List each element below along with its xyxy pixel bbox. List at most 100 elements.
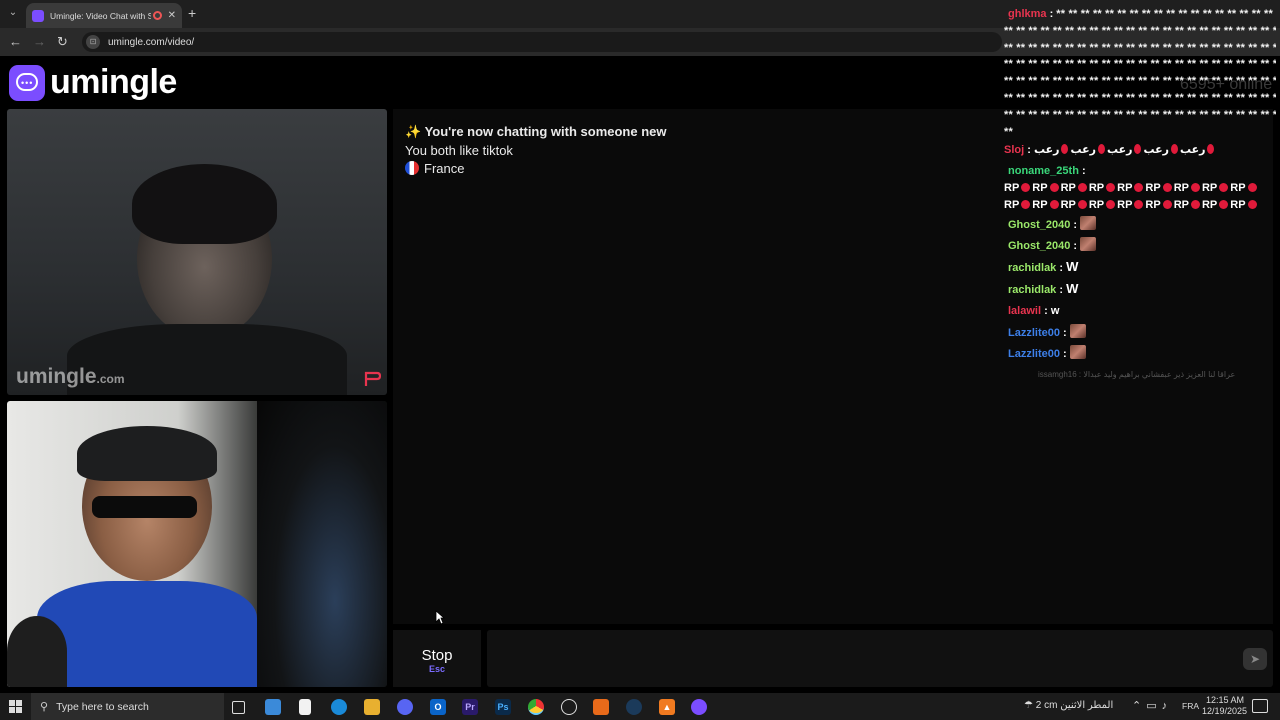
chrome-icon[interactable] — [528, 699, 544, 715]
fl-studio-icon[interactable] — [593, 699, 609, 715]
search-placeholder: Type here to search — [56, 700, 149, 713]
volume-icon[interactable]: ♪ — [1162, 700, 1173, 712]
tab-search-icon[interactable]: ⌄ — [4, 4, 22, 22]
self-cap — [77, 426, 217, 481]
notification-center-icon[interactable] — [1252, 699, 1268, 713]
overlay-rp-text: RP — [1088, 181, 1105, 194]
overlay-message-text: ** ** ** ** ** ** ** ** ** ** ** ** ** *… — [1004, 75, 1276, 88]
overlay-word: رعب — [1143, 144, 1169, 157]
tab-close-icon[interactable]: ✕ — [168, 10, 176, 21]
umingle-logo[interactable]: ••• umingle — [9, 63, 177, 102]
search-icon: ⚲ — [40, 701, 49, 713]
overlay-rp-text: RP — [1060, 181, 1076, 194]
chevron-up-icon[interactable]: ⌃ — [1132, 700, 1146, 712]
red-circle-icon — [1049, 199, 1059, 209]
overlay-message-line: ** ** ** ** ** ** ** ** ** ** ** ** ** *… — [1004, 23, 1276, 40]
common-interest-message: You both like tiktok — [405, 143, 513, 158]
windows-start-icon[interactable] — [9, 700, 22, 713]
overlay-message-text: ** — [1004, 125, 1013, 138]
overlay-message-line: ** ** ** ** ** ** ** ** ** ** ** ** ** *… — [1004, 56, 1276, 73]
task-view-icon[interactable] — [232, 701, 245, 714]
network-icon[interactable]: ▭ — [1146, 700, 1161, 712]
obs-icon[interactable] — [561, 699, 577, 715]
weather-widget[interactable]: ☂ 2 cm المطر الاثنين — [1024, 700, 1113, 711]
overlay-username: Lazzlite00 — [1008, 326, 1060, 339]
clock-date: 12/19/2025 — [1202, 706, 1248, 716]
blood-drop-icon — [1061, 144, 1069, 155]
tab-umingle[interactable]: Umingle: Video Chat with S ✕ — [26, 3, 182, 28]
rain-icon: ☂ — [1024, 700, 1033, 711]
overlay-username: Lazzlite00 — [1008, 348, 1060, 361]
overlay-message-line: lalawil : w — [1008, 304, 1060, 317]
discord-icon[interactable] — [397, 699, 413, 715]
site-info-icon[interactable]: ⊡ — [86, 35, 100, 49]
file-explorer-icon[interactable] — [364, 699, 380, 715]
emote-icon — [1080, 215, 1097, 230]
overlay-username: ghlkma — [1008, 8, 1047, 20]
chat-message-input[interactable]: ➤ — [487, 630, 1273, 687]
premiere-pro-icon[interactable]: Pr — [462, 699, 478, 715]
country-message: France — [405, 161, 464, 176]
overlay-word: رعب — [1106, 144, 1133, 157]
system-tray-icons[interactable]: ⌃▭♪ — [1132, 699, 1172, 712]
recording-icon — [152, 11, 162, 20]
overlay-username: Ghost_2040 — [1008, 218, 1071, 231]
umingle-app-icon[interactable] — [691, 699, 707, 715]
microsoft-store-icon[interactable] — [265, 699, 281, 715]
overlay-message-line: ** ** ** ** ** ** ** ** ** ** ** ** ** *… — [1004, 73, 1276, 90]
forward-icon[interactable]: → — [33, 34, 46, 49]
overlay-word: رعب — [1033, 144, 1060, 157]
umingle-watermark: umingle.com — [16, 365, 125, 388]
motorbike-background — [257, 401, 387, 687]
reload-icon[interactable]: ↻ — [57, 34, 68, 50]
weather-text: 2 cm المطر الاثنين — [1035, 700, 1114, 711]
report-flag-icon[interactable] — [364, 371, 381, 387]
overlay-message-line: ** ** ** ** ** ** ** ** ** ** ** ** ** *… — [1004, 40, 1276, 57]
overlay-message-line: rachidlak : W — [1008, 259, 1079, 275]
language-indicator[interactable]: FRA — [1182, 701, 1199, 711]
blood-drop-icon — [1134, 144, 1142, 155]
back-icon[interactable]: ← — [9, 34, 22, 49]
vlc-icon[interactable]: ▲ — [659, 699, 675, 715]
self-video — [7, 401, 387, 687]
outlook-icon[interactable]: O — [430, 699, 446, 715]
stream-chat-overlay: ghlkma : ** ** ** ** ** ** ** ** ** ** *… — [1004, 6, 1276, 384]
overlay-rp-text: RP — [1173, 181, 1189, 194]
edge-icon[interactable] — [331, 699, 347, 715]
overlay-rp-text: RP — [1032, 181, 1048, 194]
overlay-rp-text: RP — [1117, 198, 1133, 211]
system-message-new-chat: ✨ You're now chatting with someone new — [405, 124, 667, 140]
new-tab-button[interactable]: + — [188, 5, 196, 21]
overlay-rp-text: RP — [1032, 198, 1048, 211]
overlay-message-sloj: Sloj : رعبرعبرعبرعبرعب — [1004, 142, 1276, 159]
notepad-icon[interactable] — [299, 699, 311, 715]
red-circle-icon — [1162, 199, 1172, 209]
url-text: umingle.com/video/ — [108, 36, 195, 48]
windows-taskbar: ⚲ Type here to search O Pr Ps ▲ ☂ 2 cm ا… — [0, 693, 1280, 720]
red-circle-icon — [1077, 199, 1087, 209]
stop-button[interactable]: Stop Esc — [393, 630, 481, 687]
taskbar-clock[interactable]: 12:15 AM 12/19/2025 — [1202, 695, 1248, 717]
overlay-rp-line-1: RP RP RP RP RP RP RP RP RP — [1004, 180, 1276, 197]
new-chat-text: You're now chatting with someone new — [424, 124, 667, 139]
tab-title: Umingle: Video Chat with S — [50, 10, 151, 21]
overlay-username: rachidlak — [1008, 283, 1057, 296]
chat-bubble-logo-icon: ••• — [9, 64, 45, 101]
overlay-message-text: ** ** ** ** ** ** ** ** ** ** ** ** ** *… — [1004, 41, 1276, 54]
url-input[interactable]: ⊡ umingle.com/video/ — [82, 32, 1002, 52]
overlay-username: lalawil — [1008, 304, 1042, 317]
overlay-message-text: ** ** ** ** ** ** ** ** ** ** ** ** ** *… — [1004, 58, 1276, 71]
taskbar-search-input[interactable]: ⚲ Type here to search — [31, 693, 224, 720]
overlay-word: رعب — [1179, 144, 1206, 157]
red-circle-icon — [1021, 182, 1031, 192]
clock-time: 12:15 AM — [1205, 695, 1244, 705]
overlay-rp-text: RP — [1201, 198, 1218, 211]
steam-icon[interactable] — [626, 699, 642, 715]
overlay-message-line: rachidlak : W — [1008, 280, 1079, 296]
send-icon[interactable]: ➤ — [1243, 648, 1267, 670]
w-emote-icon: W — [1066, 259, 1079, 275]
photoshop-icon[interactable]: Ps — [495, 699, 511, 715]
blood-drop-icon — [1097, 144, 1105, 155]
overlay-rp-text: RP — [1230, 198, 1246, 211]
red-circle-icon — [1190, 182, 1200, 192]
